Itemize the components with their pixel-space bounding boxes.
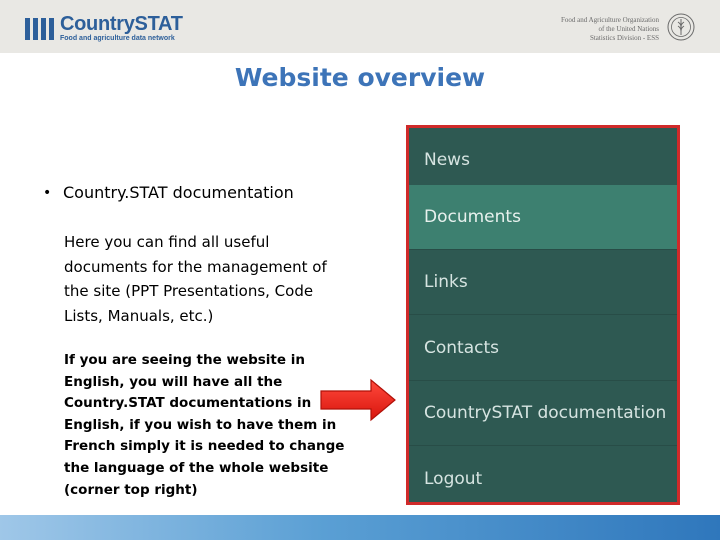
menu-item-links[interactable]: Links	[409, 250, 677, 315]
countrystat-logo[interactable]: CountrySTAT Food and agriculture data ne…	[25, 14, 183, 43]
logo-name: CountrySTAT	[60, 13, 183, 35]
fao-line: Statistics Division - ESS	[589, 34, 659, 42]
header-bar: CountrySTAT Food and agriculture data ne…	[0, 0, 720, 53]
slide-title: Website overview	[234, 63, 486, 92]
menu-item-label: CountrySTAT documentation	[424, 403, 667, 423]
menu-item-label: Links	[424, 272, 468, 292]
menu-item-label: Documents	[424, 207, 521, 227]
menu-item-label: News	[424, 150, 470, 170]
bullet-icon: •	[43, 184, 52, 201]
footer-bar	[0, 515, 720, 540]
navigation-menu: News Documents Links Contacts CountrySTA…	[406, 125, 680, 505]
bullet-heading: Country.STAT documentation	[63, 183, 294, 202]
fao-line: of the United Nations	[598, 25, 659, 33]
menu-item-label: Logout	[424, 468, 483, 489]
logo-subtitle: Food and agriculture data network	[60, 35, 175, 42]
bullet-heading-row: • Country.STAT documentation	[43, 183, 294, 202]
fao-text: Food and Agriculture Organization of the…	[561, 16, 659, 43]
note-text: If you are seeing the website in English…	[64, 352, 345, 498]
menu-item-contacts[interactable]: Contacts	[409, 316, 677, 381]
menu-item-logout[interactable]: Logout	[409, 446, 677, 511]
fao-line: Food and Agriculture Organization	[560, 16, 659, 24]
menu-item-news[interactable]: News	[409, 128, 677, 193]
menu-item-documents[interactable]: Documents	[409, 185, 677, 250]
menu-item-countrystat-documentation[interactable]: CountrySTAT documentation	[409, 381, 677, 446]
logo-bars-icon	[25, 17, 54, 40]
menu-item-label: Contacts	[424, 338, 499, 358]
body-text: Here you can find all useful documents f…	[64, 233, 327, 325]
right-arrow-icon	[320, 378, 396, 422]
fao-emblem-icon	[667, 13, 695, 41]
